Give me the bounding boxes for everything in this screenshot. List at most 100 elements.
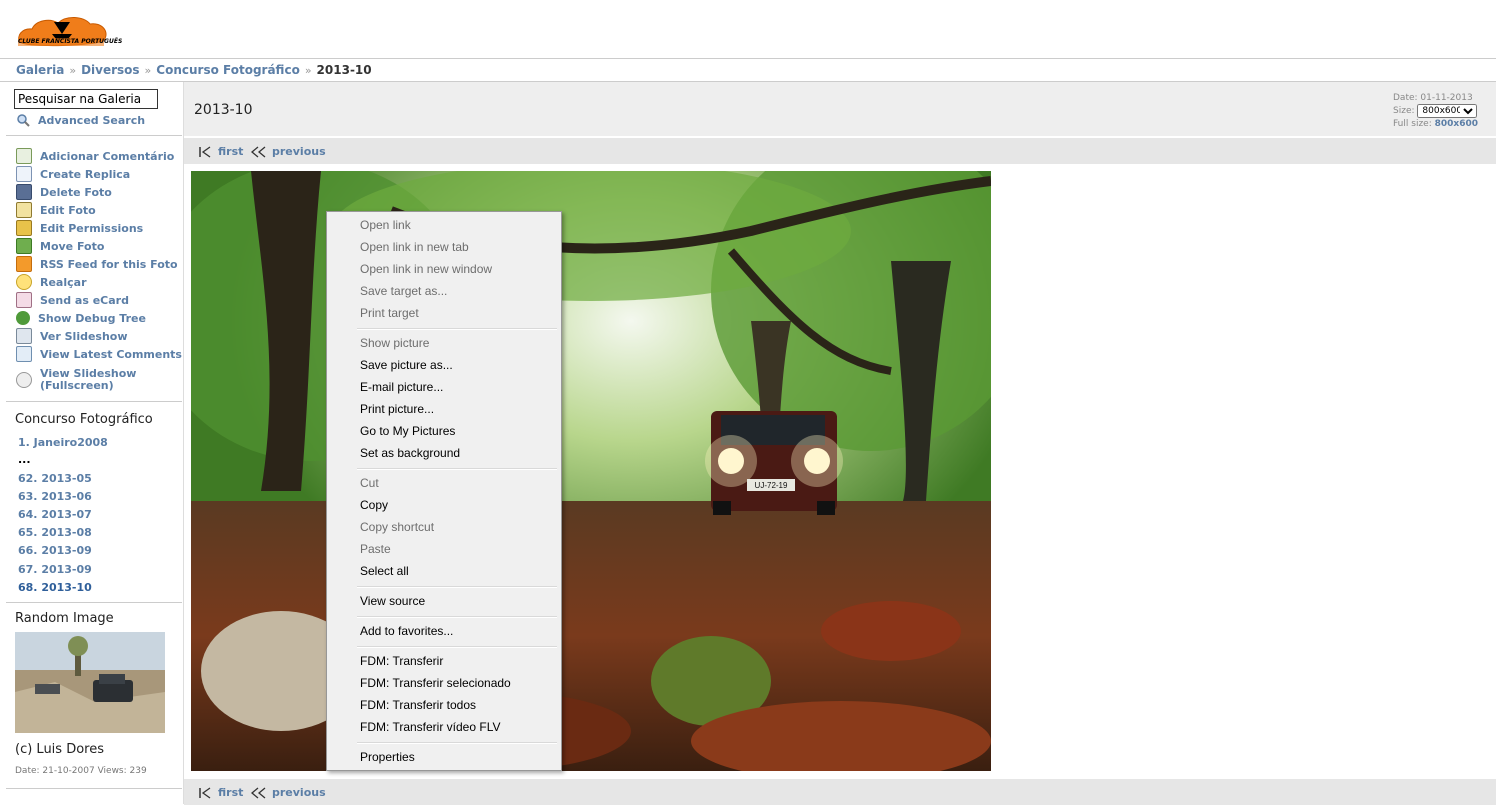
menu-view-source[interactable]: View source bbox=[360, 590, 425, 612]
menu-separator bbox=[357, 646, 557, 648]
action-slideshow[interactable]: Ver Slideshow bbox=[16, 328, 128, 344]
action-create-replica[interactable]: Create Replica bbox=[16, 166, 130, 182]
action-delete-photo[interactable]: Delete Foto bbox=[16, 184, 112, 200]
menu-fdm-download-flv[interactable]: FDM: Transferir vídeo FLV bbox=[360, 716, 500, 738]
photo-date: Date: 01-11-2013 bbox=[1393, 93, 1473, 103]
random-image-title: Random Image bbox=[15, 611, 114, 626]
divider bbox=[6, 135, 182, 136]
rss-icon bbox=[16, 256, 32, 272]
divider bbox=[6, 401, 182, 402]
album-item[interactable]: 62. 2013-05 bbox=[18, 472, 92, 485]
photo-title-bar: 2013-10 Date: 01-11-2013 Size: 800x600 F… bbox=[184, 82, 1496, 136]
license-plate-text: UJ-72-19 bbox=[755, 481, 788, 490]
breadcrumb: Galeria » Diversos » Concurso Fotográfico » 20… bbox=[0, 59, 1496, 82]
menu-fdm-download-selected[interactable]: FDM: Transferir selecionado bbox=[360, 672, 511, 694]
action-highlight[interactable]: Realçar bbox=[16, 274, 87, 290]
menu-separator bbox=[357, 328, 557, 330]
previous-link[interactable]: previous bbox=[250, 145, 326, 158]
advanced-search-link[interactable]: Advanced Search bbox=[16, 112, 145, 128]
album-item[interactable]: 64. 2013-07 bbox=[18, 508, 92, 521]
first-icon bbox=[199, 145, 211, 158]
menu-paste: Paste bbox=[360, 542, 391, 556]
menu-copy[interactable]: Copy bbox=[360, 494, 388, 516]
action-move-photo[interactable]: Move Foto bbox=[16, 238, 104, 254]
menu-separator bbox=[357, 742, 557, 744]
album-item[interactable]: 67. 2013-09 bbox=[18, 563, 92, 576]
menu-add-favorites[interactable]: Add to favorites... bbox=[360, 620, 453, 642]
first-link[interactable]: first bbox=[198, 786, 243, 799]
menu-separator bbox=[357, 616, 557, 618]
sidebar: Advanced Search Adicionar Comentário Cre… bbox=[0, 82, 184, 804]
copy-icon bbox=[16, 166, 32, 182]
context-menu: Open link Open link in new tab Open link… bbox=[326, 211, 562, 771]
photo-credit: (c) Luis Dores bbox=[15, 742, 104, 757]
main-photo[interactable]: UJ-72-19 bbox=[191, 171, 991, 771]
menu-fdm-download[interactable]: FDM: Transferir bbox=[360, 650, 443, 672]
album-item[interactable]: 65. 2013-08 bbox=[18, 526, 92, 539]
menu-fdm-download-all[interactable]: FDM: Transferir todos bbox=[360, 694, 476, 716]
bottom-navigation: first previous bbox=[184, 779, 1496, 805]
full-size-link[interactable]: 800x600 bbox=[1435, 119, 1478, 129]
size-label: Size: bbox=[1393, 106, 1415, 116]
top-navigation: first previous bbox=[184, 138, 1496, 164]
menu-email-picture[interactable]: E-mail picture... bbox=[360, 376, 443, 398]
action-latest-comments[interactable]: View Latest Comments bbox=[16, 346, 182, 362]
breadcrumb-separator: » bbox=[304, 64, 312, 77]
menu-copy-shortcut: Copy shortcut bbox=[360, 520, 435, 534]
menu-properties[interactable]: Properties bbox=[360, 746, 415, 768]
action-rss-feed[interactable]: RSS Feed for this Foto bbox=[16, 256, 178, 272]
action-edit-permissions[interactable]: Edit Permissions bbox=[16, 220, 143, 236]
menu-select-all[interactable]: Select all bbox=[360, 560, 409, 582]
lightbulb-icon bbox=[16, 274, 32, 290]
breadcrumb-item-diversos[interactable]: Diversos bbox=[81, 63, 139, 77]
menu-go-to-my-pictures[interactable]: Go to My Pictures bbox=[360, 420, 455, 442]
menu-separator bbox=[357, 586, 557, 588]
menu-separator bbox=[357, 468, 557, 470]
album-item[interactable]: 66. 2013-09 bbox=[18, 544, 92, 557]
album-ellipsis: ... bbox=[18, 453, 31, 466]
magnifier-icon bbox=[16, 113, 30, 127]
photo-meta: Date: 21-10-2007 Views: 239 bbox=[15, 766, 147, 776]
previous-icon bbox=[250, 787, 266, 798]
album-title: Concurso Fotográfico bbox=[15, 412, 153, 427]
logo[interactable]: CLUBE FRANCISTA PORTUGUÊS bbox=[14, 12, 122, 52]
menu-save-picture[interactable]: Save picture as... bbox=[360, 354, 453, 376]
slideshow-icon bbox=[16, 328, 32, 344]
previous-link[interactable]: previous bbox=[250, 786, 326, 799]
action-add-comment[interactable]: Adicionar Comentário bbox=[16, 148, 174, 164]
play-icon bbox=[16, 372, 32, 388]
action-slideshow-fullscreen[interactable]: View Slideshow (Fullscreen) bbox=[16, 368, 136, 394]
random-image-thumbnail[interactable] bbox=[15, 632, 165, 733]
header: CLUBE FRANCISTA PORTUGUÊS bbox=[0, 0, 1496, 59]
breadcrumb-separator: » bbox=[69, 64, 77, 77]
first-link[interactable]: first bbox=[198, 145, 243, 158]
breadcrumb-current: 2013-10 bbox=[316, 63, 372, 77]
comment-add-icon bbox=[16, 148, 32, 164]
album-item[interactable]: 63. 2013-06 bbox=[18, 490, 92, 503]
photo-title: 2013-10 bbox=[194, 102, 253, 118]
action-send-ecard[interactable]: Send as eCard bbox=[16, 292, 129, 308]
menu-print-target: Print target bbox=[360, 306, 419, 320]
comments-icon bbox=[16, 346, 32, 362]
delete-icon bbox=[16, 184, 32, 200]
menu-print-picture[interactable]: Print picture... bbox=[360, 398, 434, 420]
menu-set-background[interactable]: Set as background bbox=[360, 442, 460, 464]
action-debug-tree[interactable]: Show Debug Tree bbox=[16, 310, 146, 326]
divider bbox=[6, 788, 182, 789]
action-edit-photo[interactable]: Edit Foto bbox=[16, 202, 96, 218]
edit-icon bbox=[16, 202, 32, 218]
photo-info: Date: 01-11-2013 Size: 800x600 Full size… bbox=[1393, 92, 1478, 130]
menu-open-link-new-tab: Open link in new tab bbox=[360, 240, 469, 254]
tree-icon bbox=[16, 311, 30, 325]
breadcrumb-item-galeria[interactable]: Galeria bbox=[16, 63, 64, 77]
breadcrumb-item-concurso[interactable]: Concurso Fotográfico bbox=[156, 63, 300, 77]
menu-show-picture: Show picture bbox=[360, 336, 430, 350]
full-size-label: Full size: bbox=[1393, 119, 1432, 129]
size-select[interactable]: 800x600 bbox=[1417, 104, 1478, 118]
search-input[interactable] bbox=[14, 89, 158, 109]
breadcrumb-separator: » bbox=[144, 64, 152, 77]
menu-open-link-new-window: Open link in new window bbox=[360, 262, 493, 276]
album-item[interactable]: 1. Janeiro2008 bbox=[18, 436, 108, 449]
menu-save-target: Save target as... bbox=[360, 284, 448, 298]
ecard-icon bbox=[16, 292, 32, 308]
